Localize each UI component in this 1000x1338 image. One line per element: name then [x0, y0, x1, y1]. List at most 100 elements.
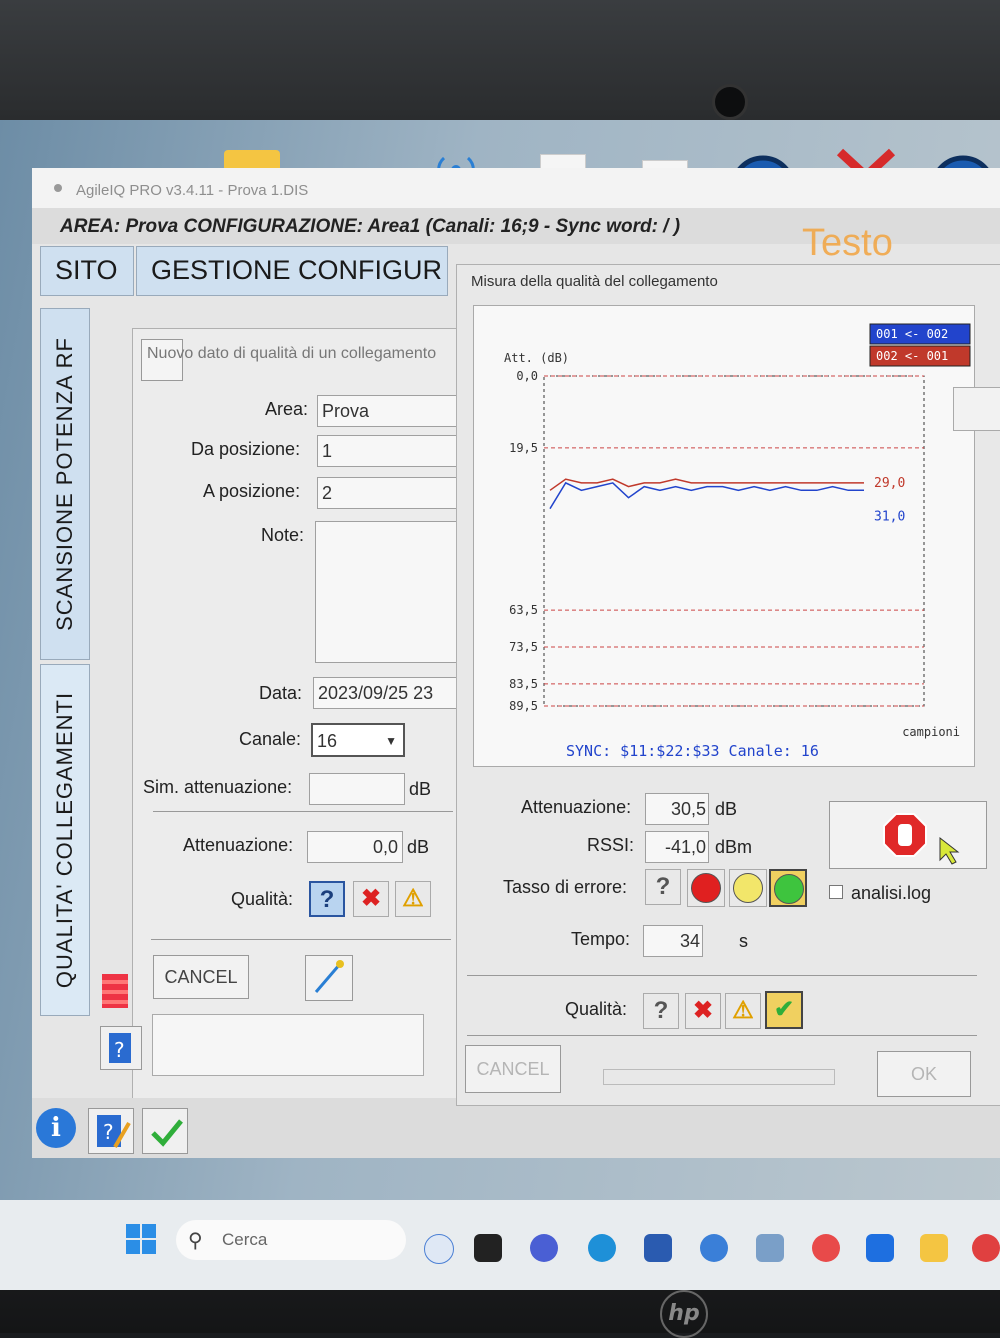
teams-icon[interactable] [530, 1234, 558, 1262]
right-att-field: 30,5 [645, 793, 709, 825]
check-edit-icon[interactable] [142, 1108, 188, 1154]
right-divider [467, 975, 977, 976]
chart-legend-1: 002 <- 001 [876, 349, 948, 363]
sim-attenuazione-label: Sim. attenuazione: [143, 777, 293, 797]
hp-logo: hp [660, 1290, 708, 1338]
chart-xlabel: campioni [902, 725, 960, 739]
right-qualita-label: Qualità: [565, 999, 628, 1019]
note-label: Note: [261, 525, 305, 545]
window-title: AgileIQ PRO v3.4.11 - Prova 1.DIS [76, 182, 309, 199]
tasso-errore-label: Tasso di errore: [503, 877, 628, 897]
menu-sito[interactable]: SITO [40, 246, 134, 296]
cancel-button[interactable]: CANCEL [153, 955, 249, 999]
status-text: AREA: Prova CONFIGURAZIONE: Area1 (Canal… [60, 216, 681, 237]
area-field[interactable]: Prova [317, 395, 463, 427]
da-posizione-field[interactable]: 1 [317, 435, 463, 467]
menu-gestione-configurazione[interactable]: GESTIONE CONFIGUR [136, 246, 448, 296]
weather-icon[interactable] [700, 1234, 728, 1262]
chart-side-button[interactable] [953, 387, 1000, 431]
help-edit-icon[interactable]: ? [88, 1108, 134, 1154]
search-icon: ⚲ [188, 1230, 203, 1252]
task-view-icon[interactable] [474, 1234, 502, 1262]
rssi-label: RSSI: [587, 835, 635, 855]
qualita-label: Qualità: [231, 889, 294, 909]
analisi-checkbox[interactable] [829, 885, 843, 899]
analisi-label: analisi.log [851, 883, 932, 903]
sim-unit: dB [409, 779, 432, 799]
question-icon-2: ? [645, 869, 681, 905]
chart-series-1-label: 29,0 [874, 476, 905, 491]
tempo-field: 34 [643, 925, 703, 957]
help-book-icon[interactable]: ? [100, 1026, 142, 1070]
green-dot-icon [769, 869, 807, 907]
sim-attenuazione-field[interactable] [309, 773, 405, 805]
status-box [152, 1014, 424, 1076]
close-icon-2[interactable]: ✖ [685, 993, 721, 1029]
app-blocks-icon[interactable] [756, 1234, 784, 1262]
rssi-unit: dBm [715, 837, 753, 857]
warning-icon-2[interactable]: ⚠ [725, 993, 761, 1029]
note-textarea[interactable] [315, 521, 463, 663]
chart-ytick-2: 63,5 [509, 603, 538, 617]
info-icon[interactable]: i [36, 1108, 76, 1148]
chart-series-0-line [549, 481, 864, 510]
a-posizione-field[interactable]: 2 [317, 477, 463, 509]
chevron-down-icon: ▼ [385, 734, 397, 748]
file-explorer-icon[interactable] [920, 1234, 948, 1262]
warning-icon[interactable]: ⚠ [395, 881, 431, 917]
question-icon[interactable]: ? [309, 881, 345, 917]
taskbar-search[interactable]: ⚲ Cerca [176, 1220, 406, 1260]
tempo-label: Tempo: [571, 929, 631, 949]
right-att-unit: dB [715, 799, 738, 819]
stack-icon [102, 974, 128, 1008]
app-n-icon[interactable] [812, 1234, 840, 1262]
ok-button[interactable]: OK [877, 1051, 971, 1097]
chart-footer: SYNC: $11:$22:$33 Canale: 16 [566, 742, 819, 760]
close-icon[interactable]: ✖ [353, 881, 389, 917]
tempo-unit: s [739, 931, 748, 951]
menu-sito-label: SITO [55, 255, 118, 285]
check-icon[interactable]: ✔ [765, 991, 803, 1029]
question-icon-3[interactable]: ? [643, 993, 679, 1029]
chart-ylabel: Att. (dB) [504, 351, 569, 365]
chart-legend-0: 001 <- 002 [876, 327, 948, 341]
stop-hand-icon [883, 813, 960, 865]
divider-2 [151, 939, 451, 940]
tab-scansione-potenza-rf[interactable]: SCANSIONE POTENZA RF [40, 308, 90, 660]
chart-frame [543, 375, 925, 707]
title-bar: AgileIQ PRO v3.4.11 - Prova 1.DIS [32, 168, 1000, 208]
da-posizione-label: Da posizione: [191, 439, 301, 459]
progress-bar [603, 1069, 835, 1085]
attenuation-chart-svg: Att. (dB) 0,0 19,5 63,5 73,5 83,5 89,5 31,0 29,0… [504, 323, 971, 760]
attenuazione-label: Attenuazione: [183, 835, 294, 855]
app-icon [54, 184, 62, 192]
wand-icon[interactable] [305, 955, 353, 1001]
chart-ytick-0: 0,0 [516, 369, 538, 383]
new-link-quality-dialog: Nuovo dato di qualità di un collegamento… [132, 328, 464, 1110]
tab-scansione-label: SCANSIONE POTENZA RF [52, 337, 77, 631]
data-field[interactable]: 2023/09/25 23 [313, 677, 463, 709]
right-cancel-button[interactable]: CANCEL [465, 1045, 561, 1093]
dropbox-icon[interactable] [866, 1234, 894, 1262]
chrome-icon[interactable] [972, 1234, 1000, 1262]
attenuation-chart: Att. (dB) 0,0 19,5 63,5 73,5 83,5 89,5 31,0 29,0… [473, 305, 975, 767]
chart-series-1-line [549, 478, 864, 491]
red-dot-icon [687, 869, 725, 907]
canale-select[interactable]: 16 ▼ [311, 723, 405, 757]
main-window: AgileIQ PRO v3.4.11 - Prova 1.DIS AREA: … [32, 168, 1000, 1158]
svg-text:?: ? [114, 1038, 125, 1062]
search-placeholder: Cerca [222, 1230, 268, 1249]
data-label: Data: [259, 683, 303, 703]
copilot-icon[interactable] [424, 1234, 454, 1264]
link-quality-measure-dialog: Misura della qualità del collegamento At… [456, 264, 1000, 1106]
chart-ytick-4: 83,5 [509, 677, 538, 691]
attenuazione-field[interactable]: 0,0 [307, 831, 403, 863]
tab-qualita-label: QUALITA' COLLEGAMENTI [52, 691, 77, 989]
chart-ytick-5: 89,5 [509, 699, 538, 713]
tab-qualita-collegamenti[interactable]: QUALITA' COLLEGAMENTI [40, 664, 90, 1016]
store-icon[interactable] [644, 1234, 672, 1262]
edge-icon[interactable] [588, 1234, 616, 1262]
stop-button[interactable] [829, 801, 987, 869]
windows-start-icon[interactable] [126, 1224, 156, 1254]
menu-gestione-label: GESTIONE CONFIGUR [151, 255, 443, 285]
